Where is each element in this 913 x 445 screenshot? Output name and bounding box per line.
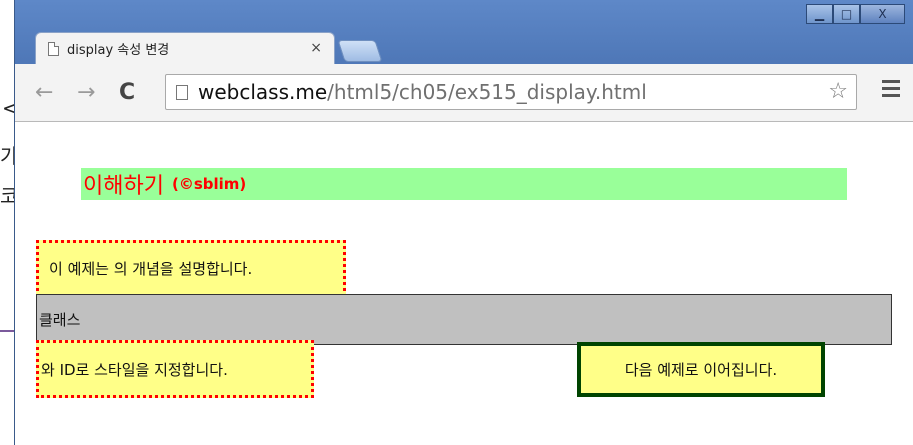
close-window-button[interactable]: X — [860, 4, 905, 24]
page-icon — [176, 84, 188, 100]
forward-arrow-icon[interactable]: → — [77, 80, 95, 105]
minimize-button[interactable]: ▁ — [806, 4, 833, 24]
gray-box: 클래스 — [36, 294, 892, 345]
browser-window: ▁ □ X display 속성 변경 × ← → C webclass.me … — [14, 0, 913, 445]
page-heading: 이해하기 (©sblim) — [81, 168, 847, 200]
browser-toolbar: ← → C webclass.me /html5/ch05/ex515_disp… — [15, 64, 913, 122]
solid-border-box: 다음 예제로 이어집니다. — [577, 342, 825, 397]
back-arrow-icon[interactable]: ← — [35, 80, 53, 105]
new-tab-button[interactable] — [337, 40, 383, 62]
tab-close-icon[interactable]: × — [310, 40, 322, 56]
heading-text: 이해하기 — [83, 174, 164, 199]
url-host: webclass.me — [198, 80, 328, 104]
url-path: /html5/ch05/ex515_display.html — [327, 80, 647, 104]
heading-credit: (©sblim) — [171, 175, 247, 193]
dotted-box-2: 와 ID로 스타일을 지정합니다. — [36, 340, 314, 398]
tab-strip: display 속성 변경 × — [35, 32, 435, 64]
dotted-box-1: 이 예제는 의 개념을 설명합니다. — [36, 240, 346, 297]
page-viewport: 이해하기 (©sblim) 이 예제는 의 개념을 설명합니다. 클래스 와 I… — [15, 122, 913, 445]
window-controls: ▁ □ X — [806, 4, 905, 24]
menu-icon[interactable] — [882, 80, 900, 101]
page-icon — [48, 41, 59, 56]
address-bar[interactable]: webclass.me /html5/ch05/ex515_display.ht… — [165, 74, 857, 110]
tab-active[interactable]: display 속성 변경 × — [35, 32, 335, 64]
reload-icon[interactable]: C — [119, 80, 135, 105]
bookmark-star-icon[interactable]: ☆ — [828, 79, 848, 104]
tab-title: display 속성 변경 — [67, 43, 170, 58]
maximize-button[interactable]: □ — [833, 4, 860, 24]
